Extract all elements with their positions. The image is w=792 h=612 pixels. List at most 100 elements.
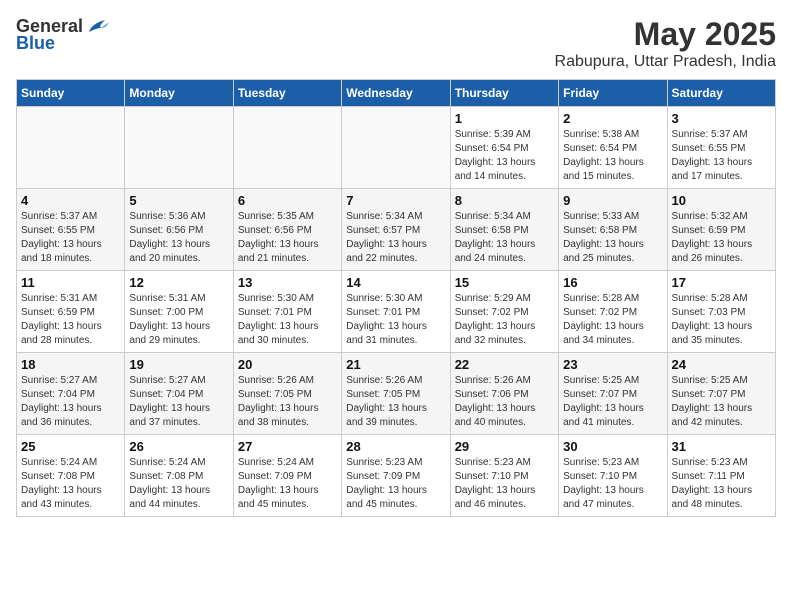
logo-blue: Blue <box>16 33 55 54</box>
calendar-cell: 16Sunrise: 5:28 AM Sunset: 7:02 PM Dayli… <box>559 271 667 353</box>
day-number: 13 <box>238 275 337 290</box>
calendar-cell: 30 Sunrise: 5:23 AM Sunset: 7:10 PM Dayli… <box>559 435 667 517</box>
day-info: Sunrise: 5:30 AM Sunset: 7:01 PM Dayligh… <box>238 292 337 348</box>
weekday-header-tuesday: Tuesday <box>233 80 341 107</box>
day-number: 30 <box>563 439 662 454</box>
calendar-cell: 20 Sunrise: 5:26 AM Sunset: 7:05 PM Dayli… <box>233 353 341 435</box>
day-number: 16 <box>563 275 662 290</box>
day-number: 5 <box>129 193 228 208</box>
day-number: 17 <box>672 275 771 290</box>
week-row-2: 4Sunrise: 5:37 AM Sunset: 6:55 PM Daylig… <box>17 189 776 271</box>
day-number: 14 <box>346 275 445 290</box>
calendar-cell <box>17 107 125 189</box>
day-number: 27 <box>238 439 337 454</box>
page-header: General Blue May 2025 Rabupura, Uttar Pr… <box>16 16 776 71</box>
calendar-cell: 17 Sunrise: 5:28 AM Sunset: 7:03 PM Dayli… <box>667 271 775 353</box>
calendar-cell <box>342 107 450 189</box>
day-info: Sunrise: 5:24 AM Sunset: 7:08 PM Dayligh… <box>21 456 120 512</box>
day-number: 22 <box>455 357 554 372</box>
day-number: 25 <box>21 439 120 454</box>
day-info: Sunrise: 5:38 AM Sunset: 6:54 PM Dayligh… <box>563 128 662 184</box>
day-number: 31 <box>672 439 771 454</box>
calendar-cell: 4Sunrise: 5:37 AM Sunset: 6:55 PM Daylig… <box>17 189 125 271</box>
calendar-cell: 23 Sunrise: 5:25 AM Sunset: 7:07 PM Dayli… <box>559 353 667 435</box>
calendar-cell: 21 Sunrise: 5:26 AM Sunset: 7:05 PM Dayli… <box>342 353 450 435</box>
logo-bird-icon <box>87 18 109 36</box>
day-number: 23 <box>563 357 662 372</box>
day-number: 21 <box>346 357 445 372</box>
day-number: 15 <box>455 275 554 290</box>
calendar-cell: 25 Sunrise: 5:24 AM Sunset: 7:08 PM Dayli… <box>17 435 125 517</box>
calendar-cell <box>233 107 341 189</box>
calendar-cell: 19 Sunrise: 5:27 AM Sunset: 7:04 PM Dayli… <box>125 353 233 435</box>
day-info: Sunrise: 5:25 AM Sunset: 7:07 PM Dayligh… <box>563 374 662 430</box>
calendar-subtitle: Rabupura, Uttar Pradesh, India <box>555 53 776 71</box>
day-number: 1 <box>455 111 554 126</box>
day-number: 9 <box>563 193 662 208</box>
day-info: Sunrise: 5:36 AM Sunset: 6:56 PM Dayligh… <box>129 210 228 266</box>
day-info: Sunrise: 5:23 AM Sunset: 7:11 PM Dayligh… <box>672 456 771 512</box>
day-info: Sunrise: 5:32 AM Sunset: 6:59 PM Dayligh… <box>672 210 771 266</box>
day-number: 20 <box>238 357 337 372</box>
day-info: Sunrise: 5:26 AM Sunset: 7:05 PM Dayligh… <box>238 374 337 430</box>
calendar-cell: 24 Sunrise: 5:25 AM Sunset: 7:07 PM Dayli… <box>667 353 775 435</box>
day-info: Sunrise: 5:31 AM Sunset: 7:00 PM Dayligh… <box>129 292 228 348</box>
calendar-cell: 28 Sunrise: 5:23 AM Sunset: 7:09 PM Dayli… <box>342 435 450 517</box>
day-info: Sunrise: 5:31 AM Sunset: 6:59 PM Dayligh… <box>21 292 120 348</box>
day-info: Sunrise: 5:29 AM Sunset: 7:02 PM Dayligh… <box>455 292 554 348</box>
day-info: Sunrise: 5:28 AM Sunset: 7:03 PM Dayligh… <box>672 292 771 348</box>
day-number: 2 <box>563 111 662 126</box>
calendar-cell <box>125 107 233 189</box>
day-info: Sunrise: 5:26 AM Sunset: 7:05 PM Dayligh… <box>346 374 445 430</box>
week-row-1: 1 Sunrise: 5:39 AM Sunset: 6:54 PM Daylig… <box>17 107 776 189</box>
title-area: May 2025 Rabupura, Uttar Pradesh, India <box>555 16 776 71</box>
week-row-4: 18 Sunrise: 5:27 AM Sunset: 7:04 PM Dayli… <box>17 353 776 435</box>
weekday-header-row: SundayMondayTuesdayWednesdayThursdayFrid… <box>17 80 776 107</box>
day-info: Sunrise: 5:37 AM Sunset: 6:55 PM Dayligh… <box>21 210 120 266</box>
weekday-header-wednesday: Wednesday <box>342 80 450 107</box>
calendar-title: May 2025 <box>555 16 776 53</box>
day-info: Sunrise: 5:24 AM Sunset: 7:08 PM Dayligh… <box>129 456 228 512</box>
day-info: Sunrise: 5:39 AM Sunset: 6:54 PM Dayligh… <box>455 128 554 184</box>
calendar-cell: 9 Sunrise: 5:33 AM Sunset: 6:58 PM Daylig… <box>559 189 667 271</box>
day-info: Sunrise: 5:24 AM Sunset: 7:09 PM Dayligh… <box>238 456 337 512</box>
calendar-cell: 31 Sunrise: 5:23 AM Sunset: 7:11 PM Dayli… <box>667 435 775 517</box>
calendar-cell: 14Sunrise: 5:30 AM Sunset: 7:01 PM Dayli… <box>342 271 450 353</box>
day-number: 24 <box>672 357 771 372</box>
logo: General Blue <box>16 16 109 54</box>
day-info: Sunrise: 5:34 AM Sunset: 6:57 PM Dayligh… <box>346 210 445 266</box>
weekday-header-thursday: Thursday <box>450 80 558 107</box>
weekday-header-friday: Friday <box>559 80 667 107</box>
calendar-cell: 18 Sunrise: 5:27 AM Sunset: 7:04 PM Dayli… <box>17 353 125 435</box>
calendar-cell: 13 Sunrise: 5:30 AM Sunset: 7:01 PM Dayli… <box>233 271 341 353</box>
day-number: 3 <box>672 111 771 126</box>
day-info: Sunrise: 5:27 AM Sunset: 7:04 PM Dayligh… <box>129 374 228 430</box>
calendar-cell: 1 Sunrise: 5:39 AM Sunset: 6:54 PM Daylig… <box>450 107 558 189</box>
calendar-cell: 29 Sunrise: 5:23 AM Sunset: 7:10 PM Dayli… <box>450 435 558 517</box>
day-number: 29 <box>455 439 554 454</box>
calendar-cell: 27 Sunrise: 5:24 AM Sunset: 7:09 PM Dayli… <box>233 435 341 517</box>
calendar-cell: 11Sunrise: 5:31 AM Sunset: 6:59 PM Dayli… <box>17 271 125 353</box>
week-row-3: 11Sunrise: 5:31 AM Sunset: 6:59 PM Dayli… <box>17 271 776 353</box>
day-number: 28 <box>346 439 445 454</box>
day-number: 12 <box>129 275 228 290</box>
day-info: Sunrise: 5:34 AM Sunset: 6:58 PM Dayligh… <box>455 210 554 266</box>
day-info: Sunrise: 5:23 AM Sunset: 7:10 PM Dayligh… <box>563 456 662 512</box>
day-number: 19 <box>129 357 228 372</box>
calendar-cell: 2 Sunrise: 5:38 AM Sunset: 6:54 PM Daylig… <box>559 107 667 189</box>
calendar-cell: 8Sunrise: 5:34 AM Sunset: 6:58 PM Daylig… <box>450 189 558 271</box>
day-info: Sunrise: 5:33 AM Sunset: 6:58 PM Dayligh… <box>563 210 662 266</box>
day-info: Sunrise: 5:23 AM Sunset: 7:10 PM Dayligh… <box>455 456 554 512</box>
calendar-cell: 7Sunrise: 5:34 AM Sunset: 6:57 PM Daylig… <box>342 189 450 271</box>
day-info: Sunrise: 5:23 AM Sunset: 7:09 PM Dayligh… <box>346 456 445 512</box>
calendar-cell: 10Sunrise: 5:32 AM Sunset: 6:59 PM Dayli… <box>667 189 775 271</box>
weekday-header-sunday: Sunday <box>17 80 125 107</box>
day-info: Sunrise: 5:35 AM Sunset: 6:56 PM Dayligh… <box>238 210 337 266</box>
day-info: Sunrise: 5:25 AM Sunset: 7:07 PM Dayligh… <box>672 374 771 430</box>
day-number: 18 <box>21 357 120 372</box>
calendar-cell: 5 Sunrise: 5:36 AM Sunset: 6:56 PM Daylig… <box>125 189 233 271</box>
day-info: Sunrise: 5:26 AM Sunset: 7:06 PM Dayligh… <box>455 374 554 430</box>
day-info: Sunrise: 5:37 AM Sunset: 6:55 PM Dayligh… <box>672 128 771 184</box>
day-info: Sunrise: 5:27 AM Sunset: 7:04 PM Dayligh… <box>21 374 120 430</box>
calendar-cell: 6Sunrise: 5:35 AM Sunset: 6:56 PM Daylig… <box>233 189 341 271</box>
